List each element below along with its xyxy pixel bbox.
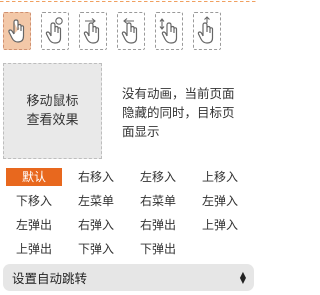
description-line-3: 面显示 xyxy=(122,124,160,139)
option-up-pop-in[interactable]: 上弹入 xyxy=(192,216,248,234)
option-left-pop-out[interactable]: 左弹出 xyxy=(6,216,62,234)
option-left-move-in[interactable]: 左移入 xyxy=(130,168,186,186)
option-down-move-in[interactable]: 下移入 xyxy=(6,192,62,210)
option-right-pop-in[interactable]: 右弹入 xyxy=(68,216,124,234)
gesture-tap-button[interactable] xyxy=(3,12,31,50)
preview-area[interactable]: 移动鼠标 查看效果 xyxy=(3,63,102,159)
gesture-toolbar xyxy=(3,12,221,50)
description-line-1: 没有动画，当前页面 xyxy=(122,86,235,101)
preview-text-line-1: 移动鼠标 xyxy=(26,94,79,109)
gesture-swipe-right-button[interactable] xyxy=(79,12,107,50)
transition-options: 默认 右移入 左移入 上移入 下移入 左菜单 右菜单 左弹入 左弹出 右弹入 右… xyxy=(6,168,252,258)
option-left-menu[interactable]: 左菜单 xyxy=(68,192,124,210)
transition-description: 没有动画，当前页面 隐藏的同时，目标页 面显示 xyxy=(122,84,250,141)
option-up-move-in[interactable]: 上移入 xyxy=(192,168,248,186)
auto-jump-select[interactable]: 设置自动跳转 ▲ ▼ xyxy=(3,264,254,291)
select-arrows-icon: ▲ ▼ xyxy=(239,270,246,285)
gesture-swipe-up-button[interactable] xyxy=(193,12,221,50)
hand-swipe-left-icon xyxy=(121,18,138,44)
option-right-pop-out[interactable]: 右弹出 xyxy=(130,216,186,234)
gesture-swipe-vertical-button[interactable] xyxy=(155,12,183,50)
gesture-tap-circle-button[interactable] xyxy=(41,12,69,50)
hand-swipe-right-icon xyxy=(83,18,100,44)
hand-tap-icon xyxy=(8,19,25,43)
auto-jump-select-value: 设置自动跳转 xyxy=(12,271,88,286)
preview-text-line-2: 查看效果 xyxy=(26,113,79,128)
select-arrow-down-icon: ▼ xyxy=(239,275,246,285)
option-right-move-in[interactable]: 右移入 xyxy=(68,168,124,186)
option-left-pop-in[interactable]: 左弹入 xyxy=(192,192,248,210)
top-dashed-rule xyxy=(0,0,256,4)
option-down-pop-out[interactable]: 下弹出 xyxy=(130,240,186,258)
description-line-2: 隐藏的同时，目标页 xyxy=(122,105,235,120)
hand-swipe-up-icon xyxy=(197,16,214,44)
option-right-menu[interactable]: 右菜单 xyxy=(130,192,186,210)
hand-swipe-vertical-icon xyxy=(159,18,178,44)
option-up-pop-out[interactable]: 上弹出 xyxy=(6,240,62,258)
option-down-pop-in[interactable]: 下弹入 xyxy=(68,240,124,258)
gesture-swipe-left-button[interactable] xyxy=(117,12,145,50)
hand-tap-circle-icon xyxy=(45,17,63,44)
option-default[interactable]: 默认 xyxy=(6,168,62,186)
